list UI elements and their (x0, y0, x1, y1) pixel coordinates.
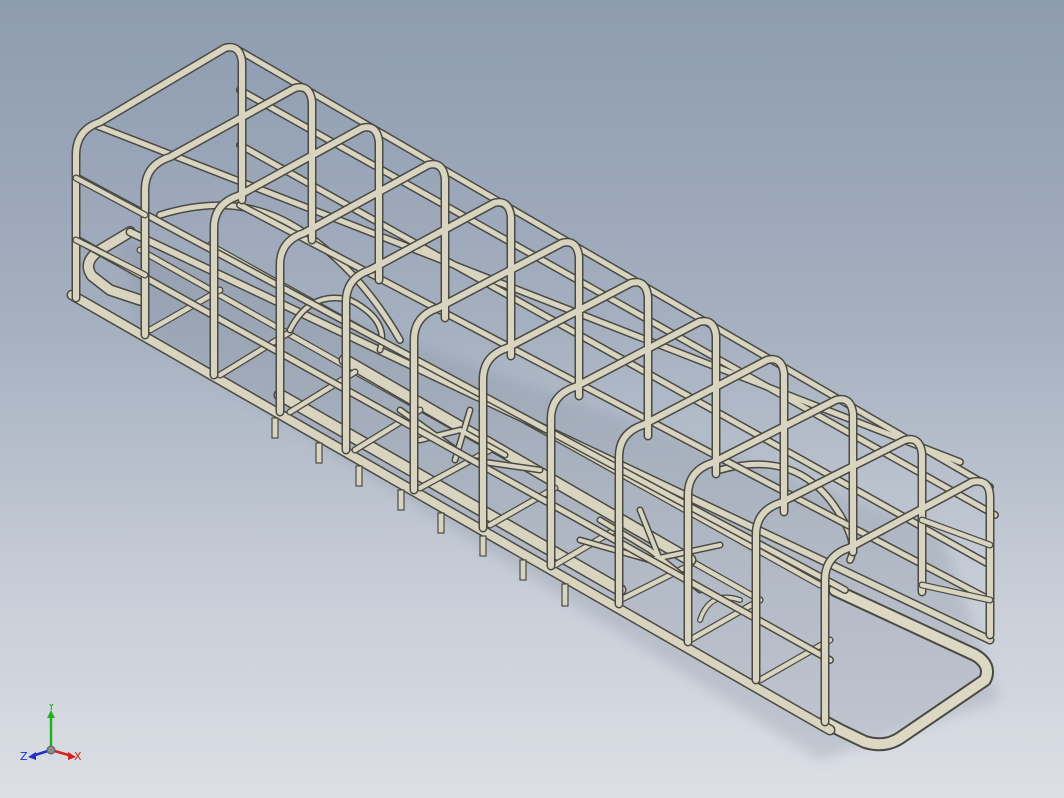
view-orientation-triad[interactable]: Y X Z (18, 704, 84, 770)
triad-z-arrowhead (28, 752, 36, 760)
triad-origin (46, 745, 56, 755)
triad-z-label: Z (20, 750, 28, 763)
bus-frame-model[interactable] (0, 0, 1064, 798)
graphics-viewport[interactable]: Y X Z (0, 0, 1064, 798)
triad-y-label: Y (47, 704, 55, 713)
triad-x-label: X (74, 750, 82, 763)
